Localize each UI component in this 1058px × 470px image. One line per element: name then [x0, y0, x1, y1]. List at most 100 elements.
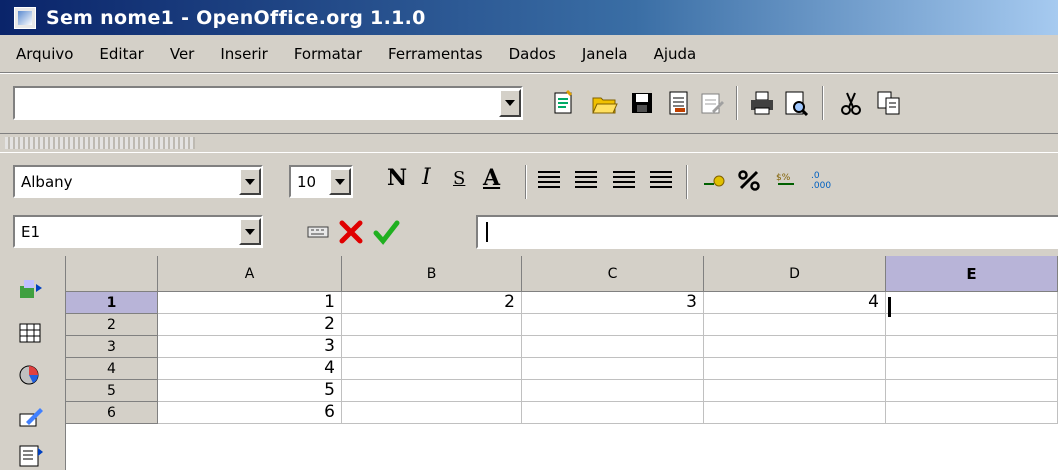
- app-icon[interactable]: [14, 6, 36, 29]
- menu-bar: Arquivo Editar Ver Inserir Formatar Ferr…: [0, 35, 1058, 73]
- menu-ver[interactable]: Ver: [170, 45, 195, 63]
- font-size-dropdown[interactable]: [329, 168, 351, 195]
- menu-editar[interactable]: Editar: [99, 45, 143, 63]
- cell-c5[interactable]: [522, 380, 704, 402]
- name-box-dropdown[interactable]: [239, 218, 261, 245]
- cell-e4[interactable]: [886, 358, 1058, 380]
- justify-icon[interactable]: [650, 171, 672, 191]
- currency-format-icon[interactable]: [700, 166, 728, 194]
- row-header[interactable]: 1: [66, 292, 158, 314]
- open-folder-icon[interactable]: [590, 89, 618, 117]
- insert-cell-icon[interactable]: [16, 318, 46, 346]
- underline-button[interactable]: S: [453, 168, 465, 189]
- cell-a1[interactable]: 1: [158, 292, 342, 314]
- function-autopilot-icon[interactable]: [306, 220, 330, 244]
- menu-formatar[interactable]: Formatar: [294, 45, 362, 63]
- cell-b2[interactable]: [342, 314, 522, 336]
- menu-ferramentas[interactable]: Ferramentas: [388, 45, 483, 63]
- print-icon[interactable]: [748, 89, 776, 117]
- url-dropdown-button[interactable]: [499, 89, 521, 117]
- align-right-icon[interactable]: [613, 171, 635, 191]
- row-header[interactable]: 2: [66, 314, 158, 336]
- cell-d6[interactable]: [704, 402, 886, 424]
- align-center-icon[interactable]: [575, 171, 597, 191]
- cell-e2[interactable]: [886, 314, 1058, 336]
- column-header-b[interactable]: B: [342, 256, 522, 292]
- svg-text:.000: .000: [811, 181, 831, 191]
- toolbar-grip[interactable]: [5, 137, 195, 149]
- url-combo[interactable]: [13, 86, 523, 120]
- column-header-e[interactable]: E: [886, 256, 1058, 292]
- menu-dados[interactable]: Dados: [509, 45, 556, 63]
- row-header[interactable]: 6: [66, 402, 158, 424]
- font-name-box[interactable]: Albany: [13, 165, 263, 198]
- cell-b1[interactable]: 2: [342, 292, 522, 314]
- edit-mode-icon[interactable]: [698, 89, 726, 117]
- cell-a5[interactable]: 5: [158, 380, 342, 402]
- copy-icon[interactable]: [875, 89, 903, 117]
- cell-a2[interactable]: 2: [158, 314, 342, 336]
- cell-b4[interactable]: [342, 358, 522, 380]
- cell-c2[interactable]: [522, 314, 704, 336]
- font-name-dropdown[interactable]: [239, 168, 261, 195]
- cell-d3[interactable]: [704, 336, 886, 358]
- title-bar[interactable]: Sem nome1 - OpenOffice.org 1.1.0: [0, 0, 1058, 35]
- main-toolbar: [0, 256, 66, 470]
- edit-file-icon[interactable]: [665, 89, 693, 117]
- column-header-d[interactable]: D: [704, 256, 886, 292]
- cell-d2[interactable]: [704, 314, 886, 336]
- cell-e1[interactable]: [886, 292, 1058, 314]
- row-header[interactable]: 4: [66, 358, 158, 380]
- cell-d1[interactable]: 4: [704, 292, 886, 314]
- cell-e3[interactable]: [886, 336, 1058, 358]
- percent-format-icon[interactable]: [735, 166, 763, 194]
- name-box-value: E1: [21, 222, 41, 241]
- text-cursor: [888, 297, 891, 317]
- name-box[interactable]: E1: [13, 215, 263, 248]
- italic-button[interactable]: I: [422, 165, 431, 190]
- menu-janela[interactable]: Janela: [582, 45, 628, 63]
- toolbar-grip-row: [0, 133, 1058, 153]
- menu-arquivo[interactable]: Arquivo: [16, 45, 73, 63]
- cell-d4[interactable]: [704, 358, 886, 380]
- accept-icon[interactable]: [372, 218, 400, 246]
- toolbar-separator: [822, 86, 824, 120]
- cut-icon[interactable]: [837, 89, 865, 117]
- save-disk-icon[interactable]: [628, 89, 656, 117]
- cell-e6[interactable]: [886, 402, 1058, 424]
- new-document-icon[interactable]: [550, 89, 578, 117]
- column-header-c[interactable]: C: [522, 256, 704, 292]
- select-all-corner[interactable]: [66, 256, 158, 292]
- cell-a4[interactable]: 4: [158, 358, 342, 380]
- standard-format-icon[interactable]: $%: [772, 166, 800, 194]
- row-header[interactable]: 5: [66, 380, 158, 402]
- form-icon[interactable]: [16, 442, 46, 470]
- column-header-a[interactable]: A: [158, 256, 342, 292]
- insert-icon[interactable]: [16, 276, 46, 304]
- cell-e5[interactable]: [886, 380, 1058, 402]
- cell-c4[interactable]: [522, 358, 704, 380]
- add-decimal-icon[interactable]: .0.000: [806, 166, 834, 194]
- draw-icon[interactable]: [16, 402, 46, 430]
- page-preview-icon[interactable]: [782, 89, 810, 117]
- spreadsheet-grid[interactable]: A B C D E 1 1 2 3 4 2 2 3 3 4 4 5 5 6 6: [66, 256, 1058, 470]
- chart-icon[interactable]: [16, 360, 46, 388]
- cell-c1[interactable]: 3: [522, 292, 704, 314]
- font-color-button[interactable]: A: [483, 165, 500, 191]
- cell-a3[interactable]: 3: [158, 336, 342, 358]
- font-size-box[interactable]: 10: [289, 165, 353, 198]
- bold-button[interactable]: N: [387, 165, 407, 191]
- menu-ajuda[interactable]: Ajuda: [654, 45, 697, 63]
- cell-b5[interactable]: [342, 380, 522, 402]
- cell-c6[interactable]: [522, 402, 704, 424]
- cell-a6[interactable]: 6: [158, 402, 342, 424]
- cancel-icon[interactable]: [337, 218, 365, 246]
- menu-inserir[interactable]: Inserir: [220, 45, 267, 63]
- formula-input[interactable]: [476, 215, 1058, 249]
- align-left-icon[interactable]: [538, 171, 560, 191]
- cell-d5[interactable]: [704, 380, 886, 402]
- row-header[interactable]: 3: [66, 336, 158, 358]
- cell-b3[interactable]: [342, 336, 522, 358]
- cell-b6[interactable]: [342, 402, 522, 424]
- cell-c3[interactable]: [522, 336, 704, 358]
